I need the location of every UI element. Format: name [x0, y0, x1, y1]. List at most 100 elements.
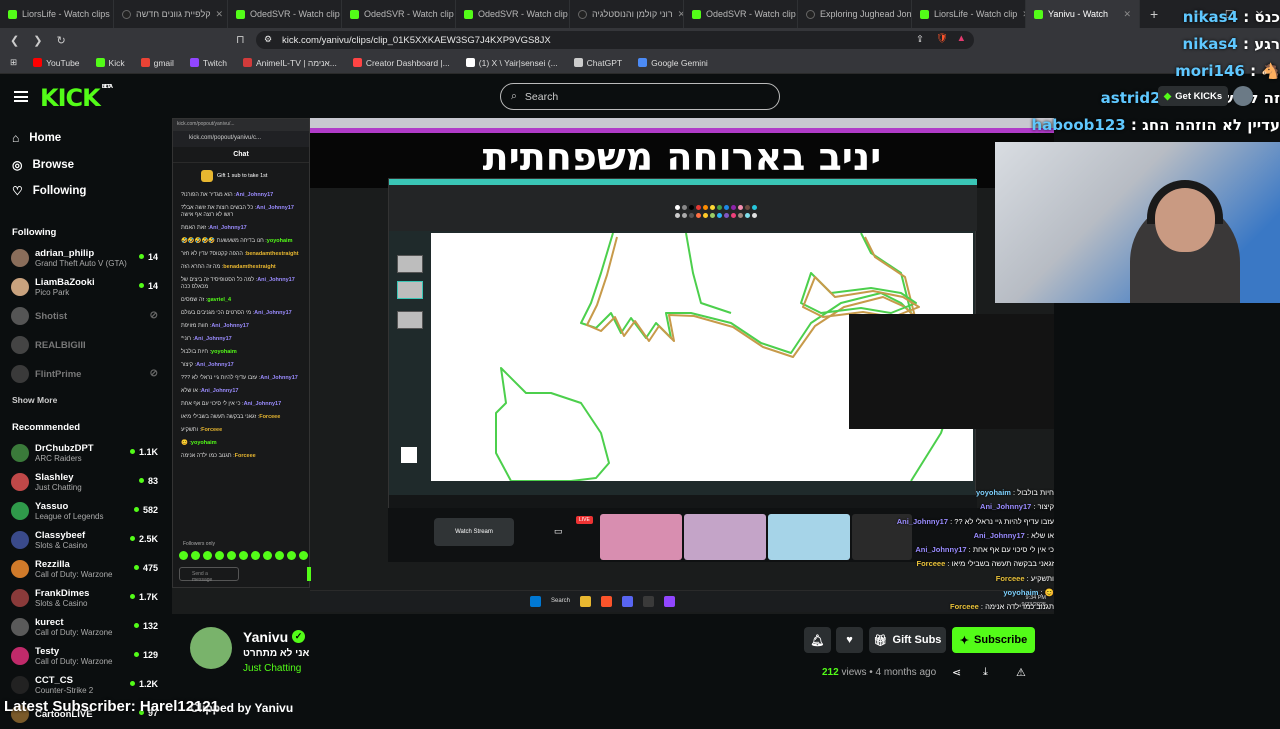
channel-item[interactable]: TestyCall of Duty: Warzone129	[0, 642, 170, 671]
download-icon[interactable]: ⤓	[983, 666, 988, 679]
bookmark-item[interactable]: YouTube	[33, 58, 79, 68]
notification-bell-button[interactable]: 🔔︎	[804, 627, 831, 653]
channel-item[interactable]: LiamBaZookiPico Park14	[0, 273, 170, 302]
menu-icon[interactable]	[14, 91, 28, 102]
bookmark-item[interactable]: (1) X \ Yair|sensei (...	[466, 58, 558, 68]
brave-rewards-icon[interactable]: ▲	[957, 33, 966, 44]
sidebar-item-following[interactable]: ♡Following	[0, 178, 170, 205]
share-icon[interactable]: ⇪	[916, 34, 924, 45]
palette-swatch[interactable]	[745, 205, 750, 210]
palette-swatch[interactable]	[717, 213, 722, 218]
gift-icon: 🎁︎	[874, 634, 888, 647]
sidebar-item-browse[interactable]: ◎Browse	[0, 152, 170, 179]
palette-swatch[interactable]	[696, 205, 701, 210]
channel-item[interactable]: ClassybeefSlots & Casino2.5K	[0, 526, 170, 555]
get-kicks-button[interactable]: ◆Get KICKs	[1158, 86, 1228, 106]
palette-swatch[interactable]	[738, 213, 743, 218]
palette-swatch[interactable]	[752, 213, 757, 218]
palette-swatch[interactable]	[696, 213, 701, 218]
category-link[interactable]: Just Chatting	[243, 663, 301, 674]
channel-item[interactable]: YassuoLeague of Legends582	[0, 497, 170, 526]
palette-swatch[interactable]	[703, 205, 708, 210]
palette-swatch[interactable]	[682, 213, 687, 218]
stream-chat-overlay: חיות בולבול : yoyohaimקיצור : Ani_Johnny…	[872, 486, 1054, 615]
streamer-avatar[interactable]	[190, 627, 232, 669]
bookmark-favicon-icon	[190, 58, 199, 67]
channel-item[interactable]: Shotist⊘	[0, 302, 170, 331]
bookmark-item[interactable]: Creator Dashboard |...	[353, 58, 450, 68]
gift-subs-button[interactable]: 🎁︎Gift Subs	[869, 627, 946, 653]
channel-item[interactable]: CCT_CSCounter-Strike 21.2K	[0, 671, 170, 700]
browser-tab[interactable]: LiorsLife - Watch clips✕	[0, 0, 114, 28]
palette-swatch[interactable]	[703, 213, 708, 218]
close-tab-icon[interactable]: ✕	[216, 9, 224, 20]
popout-chat-input[interactable]: Send a message	[179, 567, 239, 581]
bookmark-item[interactable]: Twitch	[190, 58, 227, 68]
channel-name: Slashley	[35, 472, 82, 483]
sidebar: ⌂Home◎Browse♡Following Following adrian_…	[0, 120, 170, 720]
palette-swatch[interactable]	[675, 213, 680, 218]
channel-item[interactable]: RezzillaCall of Duty: Warzone475	[0, 555, 170, 584]
share-icon[interactable]: ⋖	[952, 666, 961, 679]
browser-tab[interactable]: OdedSVR - Watch clip✕	[456, 0, 570, 28]
palette-swatch[interactable]	[731, 205, 736, 210]
channel-item[interactable]: REALBIGIII	[0, 331, 170, 360]
kick-logo[interactable]: KICKBETA	[40, 84, 112, 112]
overlay-top-text: עדיין לא הוזהה החג	[1142, 116, 1280, 134]
channel-item[interactable]: adrian_philipGrand Theft Auto V (GTA)14	[0, 244, 170, 273]
url-field[interactable]: ⚙ kick.com/yanivu/clips/clip_01K5XXKAEW3…	[256, 31, 974, 49]
back-icon[interactable]: ❮	[10, 34, 19, 47]
viewer-count: 2.5K	[130, 534, 158, 544]
browser-tab[interactable]: רוני קולמן והנוסטלגיה✕	[570, 0, 684, 28]
channel-item[interactable]: FlintPrime⊘	[0, 360, 170, 389]
brave-shield-icon[interactable]: 🛡	[936, 33, 948, 44]
channel-avatar	[11, 249, 29, 267]
palette-swatch[interactable]	[738, 205, 743, 210]
bookmark-item[interactable]: ChatGPT	[574, 58, 622, 68]
bookmark-item[interactable]: Kick	[96, 58, 125, 68]
sidebar-item-home[interactable]: ⌂Home	[0, 125, 170, 152]
palette-swatch[interactable]	[689, 213, 694, 218]
streamer-name[interactable]: Yanivu	[243, 629, 288, 645]
browser-tab[interactable]: OdedSVR - Watch clip✕	[684, 0, 798, 28]
browser-tab[interactable]: קלפיית גוונים חדשה✕	[114, 0, 228, 28]
forward-icon[interactable]: ❯	[33, 34, 42, 47]
subscribe-button[interactable]: ✦Subscribe	[952, 627, 1035, 653]
channel-item[interactable]: FrankDimesSlots & Casino1.7K	[0, 584, 170, 613]
palette-swatch[interactable]	[682, 205, 687, 210]
apps-icon[interactable]: ⊞	[10, 57, 17, 68]
chat-bubble-icon: ▭	[554, 526, 563, 537]
bookmark-item[interactable]: AnimeIL-TV | אנימה...	[243, 58, 337, 68]
browser-tab[interactable]: OdedSVR - Watch clip✕	[342, 0, 456, 28]
channel-item[interactable]: DrChubzDPTARC Raiders1.1K	[0, 439, 170, 468]
chat-send-button[interactable]	[307, 567, 311, 581]
palette-swatch[interactable]	[745, 213, 750, 218]
palette-swatch[interactable]	[731, 213, 736, 218]
palette-swatch[interactable]	[689, 205, 694, 210]
palette-swatch[interactable]	[724, 205, 729, 210]
follow-button[interactable]: ♥	[836, 627, 863, 653]
bookmark-item[interactable]: gmail	[141, 58, 174, 68]
bookmark-item[interactable]: Google Gemini	[638, 58, 708, 68]
palette-swatch[interactable]	[710, 205, 715, 210]
browser-tab[interactable]: Exploring Jughead Jon✕	[798, 0, 912, 28]
reload-icon[interactable]: ↻	[56, 34, 65, 47]
channel-item[interactable]: SlashleyJust Chatting83	[0, 468, 170, 497]
show-more-button[interactable]: Show More	[0, 395, 170, 405]
report-icon[interactable]: ⚠	[1016, 666, 1026, 679]
channel-name: Shotist	[35, 311, 67, 322]
browser-tab[interactable]: OdedSVR - Watch clip✕	[228, 0, 342, 28]
palette-swatch[interactable]	[675, 205, 680, 210]
clip-title: אני לא מתחרט	[243, 648, 309, 659]
clip-video-player[interactable]: יניב בארוחה משפחתית kick.com/popout/yani…	[172, 118, 1054, 614]
palette-swatch[interactable]	[710, 213, 715, 218]
palette-swatch[interactable]	[752, 205, 757, 210]
search-input[interactable]: ⌕ Search	[500, 83, 780, 110]
site-info-icon[interactable]: ⚙	[264, 34, 272, 45]
channel-name: Classybeef	[35, 530, 87, 541]
channel-item[interactable]: kurectCall of Duty: Warzone132	[0, 613, 170, 642]
user-avatar[interactable]	[1233, 86, 1253, 106]
bookmark-icon[interactable]: ⊓	[236, 33, 245, 46]
palette-swatch[interactable]	[724, 213, 729, 218]
palette-swatch[interactable]	[717, 205, 722, 210]
